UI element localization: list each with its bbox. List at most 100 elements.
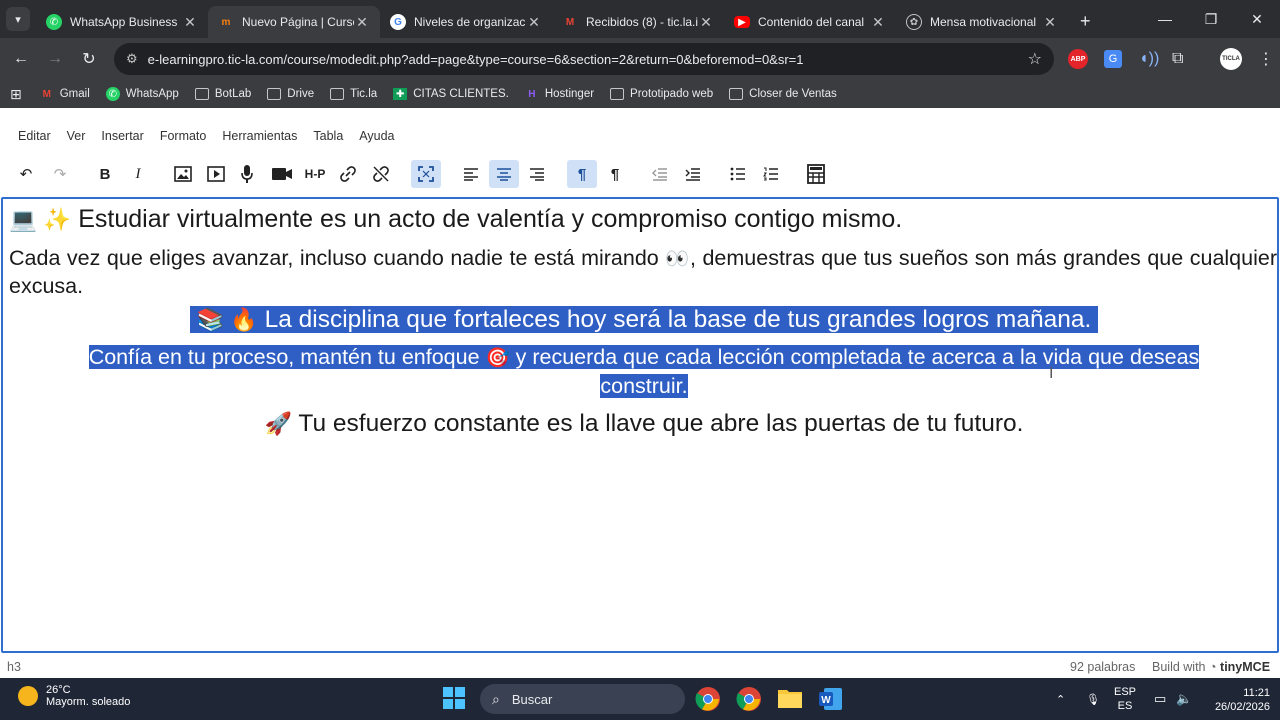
forward-icon[interactable]: → — [38, 50, 72, 68]
align-left-icon[interactable] — [456, 160, 486, 188]
maximize-icon[interactable]: ❐ — [1188, 11, 1234, 28]
unlink-icon[interactable] — [366, 160, 396, 188]
menu-ver[interactable]: Ver — [67, 129, 86, 143]
file-explorer-icon[interactable] — [777, 686, 803, 712]
volume-icon[interactable]: 🔈 — [1176, 678, 1192, 720]
translate-extension[interactable]: G — [1104, 38, 1122, 80]
menu-ayuda[interactable]: Ayuda — [359, 129, 394, 143]
windows-taskbar: 26°C Mayorm. soleado ⌕ Buscar W ⌃ 🎙 ESP … — [0, 678, 1280, 720]
network-icon[interactable]: ▭ — [1154, 678, 1166, 720]
url-text[interactable]: e-learningpro.tic-la.com/course/modedit.… — [148, 52, 1028, 67]
adblock-extension[interactable]: ABP — [1068, 38, 1088, 80]
chrome-icon[interactable] — [695, 686, 721, 712]
bullet-list-icon[interactable] — [723, 160, 753, 188]
tab-whatsapp[interactable]: ✆ WhatsApp Business ✕ — [36, 6, 208, 38]
undo-icon[interactable]: ↶ — [11, 160, 41, 188]
language-indicator[interactable]: ESP ES — [1114, 678, 1136, 720]
tab-gmail[interactable]: M Recibidos (8) - tic.la.i ✕ — [552, 6, 724, 38]
bookmark-hostinger[interactable]: H Hostinger — [525, 88, 594, 100]
profile-button[interactable]: TICLA — [1220, 38, 1242, 80]
h5p-button[interactable]: H-P — [300, 160, 330, 188]
close-tab-icon[interactable]: ✕ — [354, 14, 370, 31]
chrome-menu[interactable]: ⋮ — [1258, 38, 1274, 80]
image-icon[interactable] — [168, 160, 198, 188]
menu-tabla[interactable]: Tabla — [313, 129, 343, 143]
editor-menubar: Editar Ver Insertar Formato Herramientas… — [0, 108, 1280, 156]
media-icon[interactable] — [201, 160, 231, 188]
windows-start-icon[interactable] — [442, 686, 468, 712]
editor-toolbar: ↶ ↷ B I H-P ¶ ¶ — [0, 156, 1280, 194]
element-path[interactable]: h3 — [7, 660, 21, 674]
editor-content-area[interactable]: 💻 ✨ Estudiar virtualmente es un acto de … — [1, 197, 1279, 653]
video-camera-icon[interactable] — [267, 160, 297, 188]
word-count[interactable]: 92 palabras — [1070, 660, 1135, 674]
bookmark-gmail[interactable]: M Gmail — [40, 88, 90, 100]
tab-moodle[interactable]: m Nuevo Página | Curso ✕ — [208, 6, 380, 38]
minimize-icon[interactable]: — — [1142, 11, 1188, 27]
bookmark-citas[interactable]: ✚ CITAS CLIENTES. — [393, 88, 509, 100]
tab-search-button[interactable]: ▾ — [6, 7, 30, 31]
numbered-list-icon[interactable] — [756, 160, 786, 188]
clock[interactable]: 11:21 26/02/2026 — [1206, 686, 1270, 714]
heading-line-5: 🚀 Tu esfuerzo constante es la llave que … — [264, 410, 1024, 437]
word-icon[interactable]: W — [818, 686, 844, 712]
microphone-tray-icon[interactable]: 🎙 — [1086, 678, 1100, 720]
laptop-sparkles-emoji: 💻 ✨ — [9, 207, 72, 232]
sound-waves-icon: ◖)) — [1139, 50, 1160, 67]
bookmark-ticla[interactable]: Tic.la — [330, 88, 377, 100]
close-window-icon[interactable]: ✕ — [1234, 11, 1280, 28]
readaloud-extension[interactable]: ◖)) — [1139, 38, 1159, 80]
calculator-icon[interactable] — [801, 160, 831, 188]
tray-overflow-icon[interactable]: ⌃ — [1056, 678, 1065, 720]
fullscreen-icon[interactable] — [411, 160, 441, 188]
align-right-icon[interactable] — [522, 160, 552, 188]
bookmark-whatsapp[interactable]: ✆ WhatsApp — [105, 87, 179, 101]
menu-herramientas[interactable]: Herramientas — [222, 129, 297, 143]
microphone-icon[interactable] — [232, 160, 262, 188]
link-icon[interactable] — [333, 160, 363, 188]
gmail-icon: M — [565, 16, 575, 28]
bold-button[interactable]: B — [90, 160, 120, 188]
close-tab-icon[interactable]: ✕ — [870, 14, 886, 31]
weather-widget[interactable]: 26°C Mayorm. soleado — [18, 684, 130, 708]
sheets-icon: ✚ — [393, 88, 408, 100]
folder-icon — [729, 88, 744, 100]
close-tab-icon[interactable]: ✕ — [526, 14, 542, 31]
chrome-profile-icon[interactable] — [736, 686, 762, 712]
menu-formato[interactable]: Formato — [160, 129, 207, 143]
close-tab-icon[interactable]: ✕ — [698, 14, 714, 31]
extensions-menu[interactable]: ⧉ — [1172, 38, 1183, 80]
bookmark-botlab[interactable]: BotLab — [194, 88, 251, 100]
new-tab-button[interactable]: + — [1080, 11, 1100, 32]
bookmark-star-icon[interactable]: ☆ — [1028, 49, 1042, 69]
apps-grid-icon[interactable]: ⊞ — [10, 86, 22, 103]
rtl-direction-button[interactable]: ¶ — [600, 160, 630, 188]
site-info-icon[interactable]: ⚙ — [126, 51, 138, 67]
menu-insertar[interactable]: Insertar — [101, 129, 143, 143]
back-icon[interactable]: ← — [4, 50, 38, 68]
redo-icon[interactable]: ↷ — [45, 160, 75, 188]
heading-line-3: 📚 🔥 La disciplina que fortaleces hoy ser… — [9, 303, 1277, 337]
reload-icon[interactable]: ↻ — [72, 49, 106, 69]
italic-button[interactable]: I — [123, 160, 153, 188]
tab-google[interactable]: G Niveles de organizació ✕ — [380, 6, 552, 38]
bookmark-closer[interactable]: Closer de Ventas — [729, 88, 837, 100]
address-bar[interactable]: ⚙ e-learningpro.tic-la.com/course/modedi… — [114, 43, 1054, 75]
tab-youtube[interactable]: ▶ Contenido del canal ✕ — [724, 6, 896, 38]
window-controls: — ❐ ✕ — [1142, 0, 1280, 38]
bookmark-drive[interactable]: Drive — [267, 88, 314, 100]
tab-chatgpt[interactable]: ✿ Mensa motivacional ✕ — [896, 6, 1068, 38]
align-center-icon[interactable] — [489, 160, 519, 188]
menu-editar[interactable]: Editar — [18, 129, 51, 143]
indent-icon[interactable] — [678, 160, 708, 188]
close-tab-icon[interactable]: ✕ — [182, 14, 198, 31]
close-tab-icon[interactable]: ✕ — [1042, 14, 1058, 31]
outdent-icon[interactable] — [645, 160, 675, 188]
ltr-direction-button[interactable]: ¶ — [567, 160, 597, 188]
folder-icon — [330, 88, 345, 100]
adblock-icon: ABP — [1068, 49, 1088, 69]
tinymce-branding[interactable]: Build with ◔ tinyMCE — [1152, 660, 1270, 674]
editor-statusbar: h3 92 palabras Build with ◔ tinyMCE — [0, 656, 1280, 678]
bookmark-prototipado[interactable]: Prototipado web — [610, 88, 713, 100]
taskbar-search[interactable]: ⌕ Buscar — [480, 684, 685, 714]
